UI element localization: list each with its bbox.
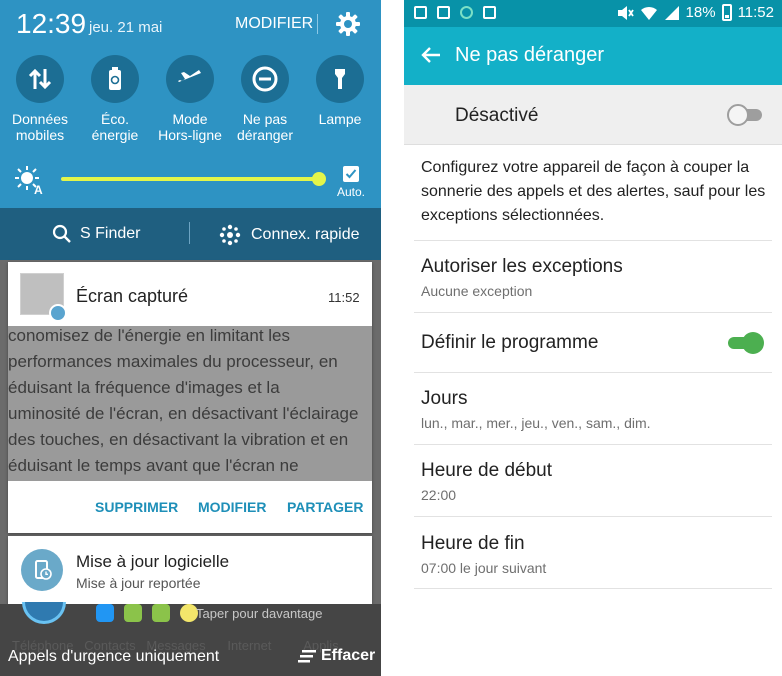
schedule-title: Définir le programme (421, 332, 599, 353)
exceptions-subtitle: Aucune exception (421, 283, 533, 299)
brightness-icon: A (15, 166, 43, 195)
screenshot-notification-icon (437, 6, 450, 19)
master-switch-label: Désactivé (455, 105, 539, 126)
search-icon (52, 224, 71, 243)
quick-settings: 12:39 jeu. 21 mai MODIFIER Données mobil… (0, 0, 381, 208)
auto-brightness-label: Auto. (337, 185, 366, 199)
delete-button[interactable]: SUPPRIMER (95, 499, 178, 515)
divider (414, 372, 772, 373)
notification-panel: 12:39 jeu. 21 mai MODIFIER Données mobil… (0, 0, 381, 676)
page-title: Ne pas déranger (455, 44, 604, 66)
battery-percent: 18% (685, 4, 716, 21)
app-icon (22, 602, 66, 624)
end-time-value: 07:00 le jour suivant (421, 560, 547, 576)
divider (317, 14, 318, 34)
tile-eco-energy[interactable]: Éco. énergie (77, 55, 153, 143)
minus-circle-icon (252, 66, 278, 92)
notification-subtitle: Mise à jour reportée (76, 575, 201, 591)
wifi-icon (640, 6, 657, 20)
s-finder-button[interactable]: S Finder (52, 224, 140, 244)
edit-button[interactable]: MODIFIER (235, 15, 313, 33)
divider (414, 312, 772, 313)
status-time: 11:52 (737, 4, 774, 21)
battery-icon (721, 4, 732, 21)
gear-icon[interactable] (334, 10, 362, 38)
tile-label: Éco. énergie (91, 111, 139, 143)
notification-title: Écran capturé (76, 286, 189, 306)
notification-header[interactable]: Écran capturé 11:52 (8, 262, 372, 326)
divider (189, 222, 190, 244)
s-finder-label: S Finder (80, 225, 141, 242)
gallery-notification-icon (414, 6, 427, 19)
android-icon (124, 604, 142, 622)
skype-icon (96, 604, 114, 622)
tile-mobile-data[interactable]: Données mobiles (2, 55, 78, 143)
mute-icon (617, 5, 634, 20)
tile-do-not-disturb[interactable]: Ne pas déranger (227, 55, 303, 143)
clear-label: Effacer (321, 647, 376, 664)
screenshot-thumbnail (20, 273, 67, 322)
android-icon (152, 604, 170, 622)
clear-all-icon (298, 650, 316, 663)
master-switch-row[interactable]: Désactivé (404, 85, 782, 145)
notification-screenshot[interactable]: conomisez de l'énergie en limitant les p… (8, 262, 372, 533)
screenshot-preview[interactable]: conomisez de l'énergie en limitant les p… (8, 326, 372, 481)
divider (414, 516, 772, 517)
share-button[interactable]: PARTAGER (287, 499, 363, 515)
start-time-value: 22:00 (421, 487, 457, 503)
days-title: Jours (421, 388, 468, 409)
notification-software-update[interactable]: Mise à jour logicielle Mise à jour repor… (8, 536, 372, 604)
flashlight-icon (335, 69, 345, 89)
edit-screenshot-button[interactable]: MODIFIER (198, 499, 266, 515)
app-icons (22, 602, 198, 624)
brightness-slider-thumb[interactable] (312, 172, 326, 186)
dnd-settings-screen: 18% 11:52 Ne pas déranger Désactivé Conf… (404, 0, 782, 676)
dnd-toggle[interactable] (727, 104, 765, 126)
preview-text: conomisez de l'énergie en limitant les p… (8, 326, 359, 475)
end-time-title: Heure de fin (421, 533, 525, 554)
clear-button[interactable]: Effacer (298, 647, 375, 665)
image-icon (483, 6, 496, 19)
brightness-slider[interactable] (61, 177, 319, 181)
airplane-icon (178, 70, 201, 82)
tile-flashlight[interactable]: Lampe (302, 55, 378, 127)
description: Configurez votre appareil de façon à cou… (421, 159, 766, 224)
quick-connect-button[interactable]: Connex. rapide (219, 224, 360, 246)
tap-for-more[interactable]: Taper pour davantage (196, 606, 322, 621)
divider (414, 444, 772, 445)
signal-icon (664, 5, 679, 20)
back-arrow-icon[interactable] (420, 44, 442, 66)
tile-label: Ne pas déranger (236, 111, 294, 143)
divider (414, 240, 772, 241)
quick-connect-icon (219, 224, 241, 246)
sync-icon (460, 6, 473, 19)
tile-label: Données mobiles (11, 111, 69, 143)
tile-airplane-mode[interactable]: Mode Hors-ligne (152, 55, 228, 143)
status-bar: 18% 11:52 (404, 0, 782, 27)
days-subtitle: lun., mar., mer., jeu., ven., sam., dim. (421, 415, 651, 431)
exceptions-title: Autoriser les exceptions (421, 256, 623, 277)
notification-time: 11:52 (328, 290, 360, 305)
software-update-icon (21, 549, 63, 591)
notification-title: Mise à jour logicielle (76, 552, 230, 571)
auto-brightness-checkbox[interactable] (343, 166, 359, 182)
tile-label: Mode Hors-ligne (158, 111, 222, 143)
start-time-title: Heure de début (421, 460, 552, 481)
image-icon (49, 304, 67, 322)
finder-bar: S Finder Connex. rapide (0, 208, 381, 260)
check-icon (345, 169, 357, 179)
divider (414, 588, 772, 589)
date: jeu. 21 mai (89, 19, 163, 36)
battery-recycle-icon (109, 67, 121, 90)
notification-actions: SUPPRIMER MODIFIER PARTAGER (8, 481, 372, 533)
quick-connect-label: Connex. rapide (251, 226, 360, 243)
clock: 12:39 (16, 8, 87, 39)
svg-text:A: A (34, 183, 43, 195)
tile-label: Lampe (318, 111, 362, 127)
app-bar: Ne pas déranger (404, 27, 782, 85)
schedule-toggle[interactable] (725, 332, 764, 354)
data-arrows-icon (28, 68, 52, 90)
emergency-calls-label: Appels d'urgence uniquement (8, 648, 220, 665)
bottom-area: Taper pour davantage Téléphone Contacts … (0, 602, 381, 676)
